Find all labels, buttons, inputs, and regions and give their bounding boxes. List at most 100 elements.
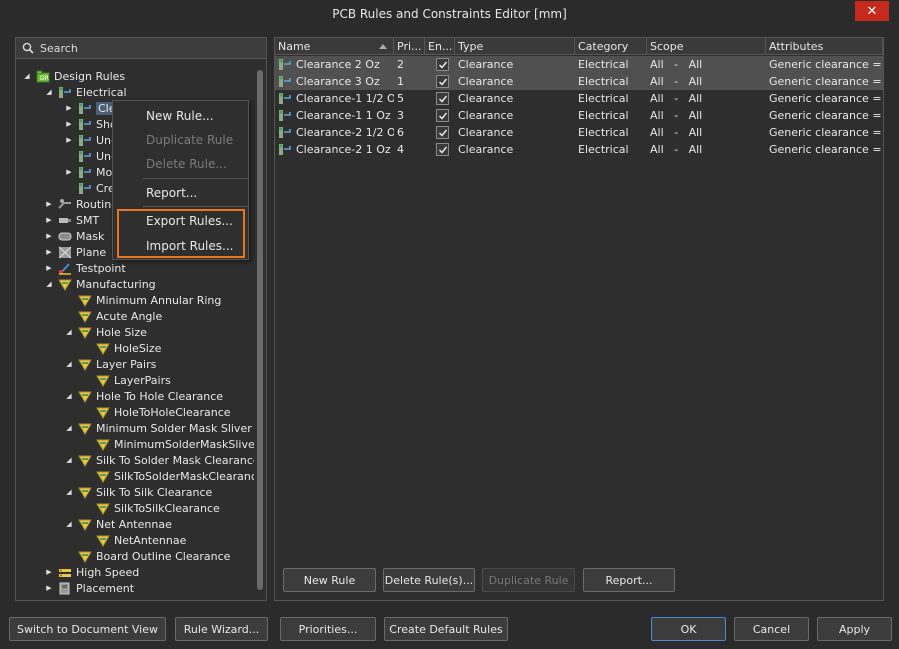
priorities-button[interactable]: Priorities... [280,617,376,641]
tree-item[interactable]: ◢ DR Design Rules [22,68,125,84]
switch-to-document-view-button[interactable]: Switch to Document View [9,617,166,641]
collapse-arrow-icon[interactable]: ◢ [64,360,74,368]
priority-cell: 4 [397,143,404,156]
collapse-arrow-icon[interactable]: ◢ [64,520,74,528]
collapse-arrow-icon[interactable]: ◢ [64,488,74,496]
enabled-checkbox[interactable] [436,143,449,156]
cancel-button[interactable]: Cancel [734,617,809,641]
column-header-name[interactable]: Name [275,38,394,55]
expand-arrow-icon[interactable]: ▶ [44,568,54,576]
duplicate-rule-button[interactable]: Duplicate Rule [482,568,575,592]
category-cell: Electrical [578,75,629,88]
menu-separator [143,206,248,207]
menu-item-new-rule[interactable]: New Rule... [113,105,248,127]
expand-arrow-icon[interactable]: ▶ [44,216,54,224]
create-default-rules-button[interactable]: Create Default Rules [384,617,508,641]
menu-item-duplicate-rule[interactable]: Duplicate Rule [113,129,248,151]
window-title: PCB Rules and Constraints Editor [mm] [332,7,567,21]
expand-arrow-icon[interactable]: ▶ [64,168,74,176]
attributes-column-cell: Generic clearance = 0. [766,56,883,73]
report-button[interactable]: Report... [583,568,675,592]
tree-item-label: Silk To Solder Mask Clearance [96,453,254,467]
expand-arrow-icon[interactable]: ▶ [64,104,74,112]
tree-item[interactable]: Acute Angle [64,308,162,324]
tree-item[interactable]: ◢ Minimum Solder Mask Sliver [64,420,251,436]
column-header-category[interactable]: Category [575,38,647,55]
tree-item[interactable]: LayerPairs [82,372,171,388]
apply-button[interactable]: Apply [817,617,892,641]
tree-item[interactable]: ◢ Manufacturing [44,276,155,292]
table-row[interactable]: Clearance-1 1 Oz 3 Clearance Electrical All … [275,107,883,124]
column-header-enabled[interactable]: En... [425,38,455,55]
column-header-priority[interactable]: Pri... [394,38,425,55]
tree-item[interactable]: ▶ Testpoint [44,260,125,276]
table-row[interactable]: Clearance-2 1 Oz 4 Clearance Electrical All … [275,141,883,158]
tree-item[interactable]: ▶ Routing [44,196,118,212]
new-rule-button[interactable]: New Rule [283,568,376,592]
table-row[interactable]: Clearance-1 1/2 Oz 5 Clearance Electrical Al… [275,90,883,107]
type-cell: Clearance [458,75,514,88]
priority-cell: 6 [397,126,404,139]
column-header-attributes[interactable]: Attributes [766,38,883,55]
tree-item[interactable]: ▶ Plane [44,244,106,260]
tree-item[interactable]: SilkToSilkClearance [82,500,220,516]
tree-item[interactable]: MinimumSolderMaskSliver [82,436,254,452]
tree-item[interactable]: NetAntennae [82,532,186,548]
menu-item-report[interactable]: Report... [113,182,248,204]
expand-arrow-icon[interactable]: ▶ [64,136,74,144]
tree-item[interactable]: HoleToHoleClearance [82,404,231,420]
ok-button[interactable]: OK [651,617,726,641]
expand-arrow-icon[interactable]: ▶ [44,264,54,272]
tree-item[interactable]: ◢ Layer Pairs [64,356,156,372]
tree-item[interactable]: Minimum Annular Ring [64,292,221,308]
delete-rules-button[interactable]: Delete Rule(s)... [383,568,475,592]
tree-item[interactable]: SilkToSolderMaskClearance [82,468,254,484]
collapse-arrow-icon[interactable]: ◢ [64,392,74,400]
tree-scrollbar[interactable] [254,66,266,598]
close-button[interactable]: ✕ [855,1,889,21]
collapse-arrow-icon[interactable]: ◢ [64,456,74,464]
enabled-checkbox[interactable] [436,92,449,105]
menu-item-delete-rule[interactable]: Delete Rule... [113,153,248,175]
collapse-arrow-icon[interactable]: ◢ [44,280,54,288]
collapse-arrow-icon[interactable]: ◢ [44,88,54,96]
search-input[interactable] [40,41,240,55]
rule-wizard-button[interactable]: Rule Wizard... [175,617,268,641]
enabled-checkbox[interactable] [436,58,449,71]
enabled-checkbox[interactable] [436,109,449,122]
expand-arrow-icon[interactable]: ▶ [44,248,54,256]
enabled-cell [425,124,455,141]
column-header-type[interactable]: Type [455,38,575,55]
tree-item[interactable]: ▶ SMT [44,212,99,228]
manufacturing-icon [78,390,92,403]
table-row[interactable]: Clearance 3 Oz 1 Clearance Electrical All - … [275,73,883,90]
tree-item[interactable]: ▶ High Speed [44,564,139,580]
enabled-checkbox[interactable] [436,75,449,88]
expand-arrow-icon[interactable]: ▶ [44,232,54,240]
enabled-checkbox[interactable] [436,126,449,139]
collapse-arrow-icon[interactable]: ◢ [64,424,74,432]
scope-column-cell: All - All [647,141,766,158]
search-box[interactable] [16,38,266,59]
expand-arrow-icon[interactable]: ▶ [64,120,74,128]
tree-item[interactable]: ◢ Hole Size [64,324,147,340]
tree-item-label: Minimum Annular Ring [96,293,222,307]
tree-item[interactable]: ◢ Electrical [44,84,126,100]
column-header-scope[interactable]: Scope [647,38,766,55]
collapse-arrow-icon[interactable]: ◢ [64,328,74,336]
tree-scrollbar-thumb[interactable] [257,70,263,590]
tree-item[interactable]: ◢ Net Antennae [64,516,172,532]
expand-arrow-icon[interactable]: ▶ [44,584,54,592]
tree-item[interactable]: ▶ Mask [44,228,104,244]
tree-item[interactable]: ◢ Hole To Hole Clearance [64,388,223,404]
column-header-label: Type [458,40,484,53]
collapse-arrow-icon[interactable]: ◢ [22,72,32,80]
expand-arrow-icon[interactable]: ▶ [44,200,54,208]
tree-item[interactable]: ▶ Placement [44,580,134,596]
table-row[interactable]: Clearance-2 1/2 Oz 6 Clearance Electrical Al… [275,124,883,141]
tree-item[interactable]: ◢ Silk To Silk Clearance [64,484,212,500]
tree-item[interactable]: HoleSize [82,340,161,356]
table-row[interactable]: Clearance 2 Oz 2 Clearance Electrical All - … [275,56,883,73]
tree-item[interactable]: Board Outline Clearance [64,548,230,564]
tree-item[interactable]: ◢ Silk To Solder Mask Clearance [64,452,254,468]
